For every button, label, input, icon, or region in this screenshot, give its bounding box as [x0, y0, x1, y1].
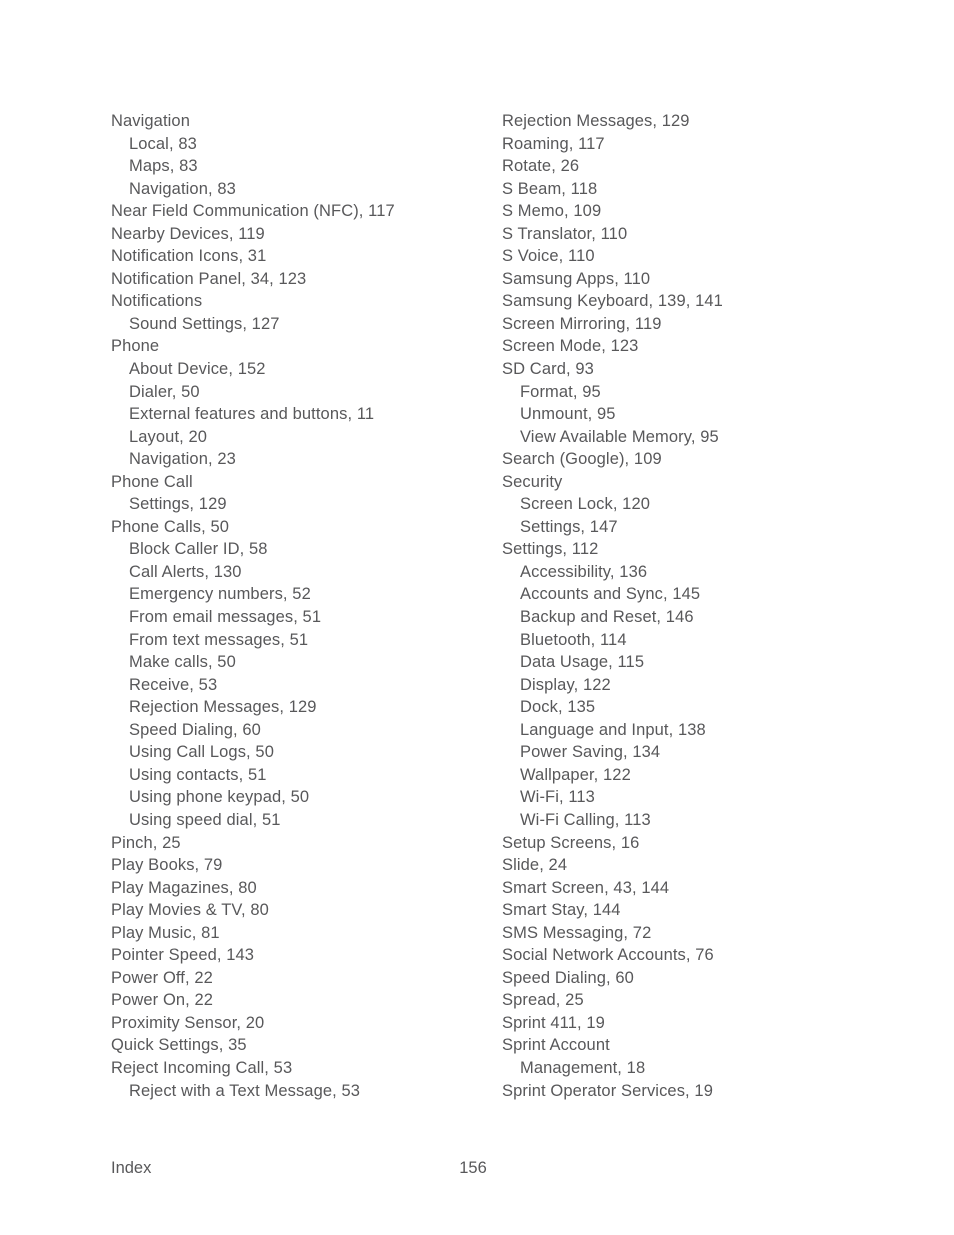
- index-entry: Data Usage, 115: [520, 653, 645, 672]
- index-entry: S Beam, 118: [502, 179, 598, 198]
- index-entry: Using speed dial, 51: [129, 810, 281, 829]
- index-entry: Emergency numbers, 52: [129, 585, 311, 604]
- index-entry: Rotate, 26: [502, 157, 580, 176]
- index-entry: Notification Panel, 34, 123: [111, 269, 307, 288]
- index-entry: Power On, 22: [111, 991, 214, 1010]
- index-entry: Play Magazines, 80: [111, 878, 257, 897]
- index-entry: Notifications: [111, 292, 203, 311]
- index-entry: Sprint 411, 19: [502, 1013, 605, 1032]
- index-entry: SD Card, 93: [502, 360, 594, 379]
- index-entry: Sprint Operator Services, 19: [502, 1081, 713, 1100]
- index-entry: Slide, 24: [502, 856, 568, 875]
- index-entry: View Available Memory, 95: [520, 427, 719, 446]
- index-entry: From text messages, 51: [129, 630, 309, 649]
- index-entry: Format, 95: [520, 382, 601, 401]
- index-entry: Nearby Devices, 119: [111, 224, 265, 243]
- index-entry: Layout, 20: [129, 427, 208, 446]
- index-entry: Play Books, 79: [111, 856, 223, 875]
- index-entry: Proximity Sensor, 20: [111, 1013, 265, 1032]
- index-entry: Samsung Apps, 110: [502, 269, 651, 288]
- index-entry: Call Alerts, 130: [129, 562, 242, 581]
- index-column-left: Navigation Local, 83 Maps, 83 Navigation, 8…: [111, 110, 481, 1102]
- index-entry: Screen Mirroring, 119: [502, 314, 662, 333]
- index-entry: S Translator, 110: [502, 224, 628, 243]
- index-entry: Local, 83: [129, 134, 197, 153]
- index-entry: Roaming, 117: [502, 134, 605, 153]
- page-footer: Index 156: [111, 1157, 851, 1181]
- index-entry: Management, 18: [520, 1058, 646, 1077]
- index-entry: Screen Mode, 123: [502, 337, 639, 356]
- index-entry: Samsung Keyboard, 139, 141: [502, 292, 723, 311]
- index-entry: Using phone keypad, 50: [129, 788, 310, 807]
- index-entry: Wi-Fi Calling, 113: [520, 810, 651, 829]
- index-entry: Navigation, 83: [129, 179, 236, 198]
- index-entry: Reject Incoming Call, 53: [111, 1058, 293, 1077]
- index-entry: Dialer, 50: [129, 382, 200, 401]
- index-entry: Phone: [111, 337, 160, 356]
- index-entry: Pinch, 25: [111, 833, 181, 852]
- index-entry: Accessibility, 136: [520, 562, 648, 581]
- index-entry: Settings, 112: [502, 540, 599, 559]
- index-entry: Display, 122: [520, 675, 611, 694]
- index-entry: Speed Dialing, 60: [129, 720, 261, 739]
- index-entry: Settings, 147: [520, 517, 618, 536]
- index-entry: Unmount, 95: [520, 405, 616, 424]
- index-entry: Wallpaper, 122: [520, 765, 631, 784]
- index-entry: Navigation, 23: [129, 450, 236, 469]
- index-entry: Quick Settings, 35: [111, 1036, 247, 1055]
- index-entry: Block Caller ID, 58: [129, 540, 268, 559]
- index-entry: Notification Icons, 31: [111, 247, 267, 266]
- index-entry: Search (Google), 109: [502, 450, 662, 469]
- index-entry: Rejection Messages, 129: [129, 698, 317, 717]
- index-entry: Speed Dialing, 60: [502, 968, 634, 987]
- index-entry: Spread, 25: [502, 991, 584, 1010]
- index-entry: Play Music, 81: [111, 923, 220, 942]
- index-entry: Power Saving, 134: [520, 743, 661, 762]
- index-entry: Using contacts, 51: [129, 765, 267, 784]
- index-entry: Smart Stay, 144: [502, 901, 621, 920]
- index-entry: Screen Lock, 120: [520, 495, 651, 514]
- index-entry: Maps, 83: [129, 157, 198, 176]
- index-entry: Play Movies & TV, 80: [111, 901, 269, 920]
- index-entry: Accounts and Sync, 145: [520, 585, 701, 604]
- index-entry: Settings, 129: [129, 495, 227, 514]
- index-entry: Near Field Communication (NFC), 117: [111, 202, 395, 221]
- index-two-column-body: Navigation Local, 83 Maps, 83 Navigation, 8…: [111, 110, 851, 1102]
- index-entry: Pointer Speed, 143: [111, 946, 255, 965]
- index-entry: Language and Input, 138: [520, 720, 706, 739]
- index-entry: Sound Settings, 127: [129, 314, 280, 333]
- index-entry: Smart Screen, 43, 144: [502, 878, 670, 897]
- index-entry: Wi-Fi, 113: [520, 788, 595, 807]
- index-entry: Sprint Account: [502, 1036, 610, 1055]
- index-page: Navigation Local, 83 Maps, 83 Navigation, 8…: [0, 0, 954, 1235]
- footer-page-number: 156: [459, 1159, 487, 1177]
- index-entry: S Voice, 110: [502, 247, 595, 266]
- index-entry: Phone Call: [111, 472, 193, 491]
- index-entry: Reject with a Text Message, 53: [129, 1081, 361, 1100]
- index-entry: Using Call Logs, 50: [129, 743, 274, 762]
- index-column-right: Rejection Messages, 129 Roaming, 117 Rotat…: [481, 110, 851, 1102]
- index-entry: Rejection Messages, 129: [502, 112, 690, 130]
- index-entry: From email messages, 51: [129, 608, 322, 627]
- index-entry: External features and buttons, 11: [129, 405, 375, 424]
- index-entry: Receive, 53: [129, 675, 218, 694]
- index-entry: SMS Messaging, 72: [502, 923, 652, 942]
- index-entry: Setup Screens, 16: [502, 833, 640, 852]
- index-entry: Dock, 135: [520, 698, 596, 717]
- index-entry: About Device, 152: [129, 360, 266, 379]
- index-entry: Phone Calls, 50: [111, 517, 229, 536]
- index-entry: Power Off, 22: [111, 968, 213, 987]
- index-entry: Bluetooth, 114: [520, 630, 627, 649]
- index-entry: Make calls, 50: [129, 653, 236, 672]
- index-entry: S Memo, 109: [502, 202, 602, 221]
- index-entry: Navigation: [111, 112, 190, 130]
- index-entry: Social Network Accounts, 76: [502, 946, 714, 965]
- index-entry: Backup and Reset, 146: [520, 608, 694, 627]
- index-entry: Security: [502, 472, 563, 491]
